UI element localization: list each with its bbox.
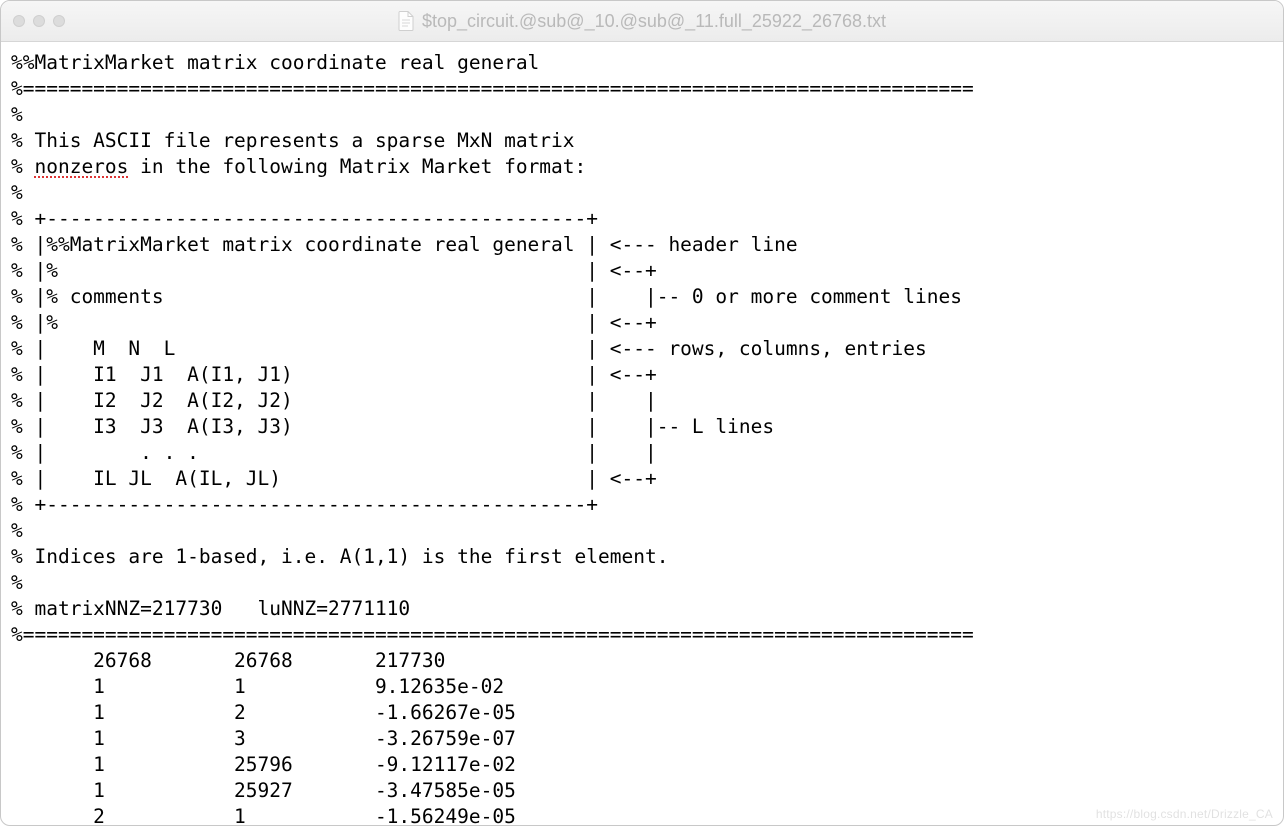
watermark: https://blog.csdn.net/Drizzle_CA: [1096, 807, 1273, 821]
text-line: % | I3 J3 A(I3, J3) | |-- L lines: [11, 415, 774, 438]
traffic-lights: [13, 15, 65, 27]
text-line: % |% comments | |-- 0 or more comment li…: [11, 285, 962, 308]
text-line: % |% | <--+: [11, 311, 657, 334]
text-line-prefix: %: [11, 155, 34, 178]
text-line: %=======================================…: [11, 77, 974, 100]
document-icon: [398, 11, 414, 31]
window-title: $top_circuit.@sub@_10.@sub@_11.full_2592…: [422, 11, 886, 32]
text-line: % | I2 J2 A(I2, J2) | |: [11, 389, 657, 412]
text-line: 1 2 -1.66267e-05: [11, 701, 516, 724]
text-line: % |% | <--+: [11, 259, 657, 282]
zoom-icon[interactable]: [53, 15, 65, 27]
text-line: % +-------------------------------------…: [11, 493, 598, 516]
window: $top_circuit.@sub@_10.@sub@_11.full_2592…: [0, 0, 1284, 826]
spelling-error: nonzeros: [34, 155, 128, 178]
text-line: % Indices are 1-based, i.e. A(1,1) is th…: [11, 545, 668, 568]
text-line: % matrixNNZ=217730 luNNZ=2771110: [11, 597, 410, 620]
minimize-icon[interactable]: [33, 15, 45, 27]
text-line: 1 1 9.12635e-02: [11, 675, 504, 698]
text-line: %=======================================…: [11, 623, 974, 646]
title-center: $top_circuit.@sub@_10.@sub@_11.full_2592…: [1, 11, 1283, 32]
text-line: 1 25927 -3.47585e-05: [11, 779, 516, 802]
text-line: %: [11, 103, 23, 126]
text-line: %%MatrixMarket matrix coordinate real ge…: [11, 51, 539, 74]
text-line: 26768 26768 217730: [11, 649, 445, 672]
text-line: % This ASCII file represents a sparse Mx…: [11, 129, 575, 152]
text-line-suffix: in the following Matrix Market format:: [128, 155, 586, 178]
text-line: 1 3 -3.26759e-07: [11, 727, 516, 750]
close-icon[interactable]: [13, 15, 25, 27]
text-line: %: [11, 519, 23, 542]
file-content[interactable]: %%MatrixMarket matrix coordinate real ge…: [1, 42, 1283, 826]
text-line: 2 1 -1.56249e-05: [11, 805, 516, 826]
text-line: % | M N L | <--- rows, columns, entries: [11, 337, 927, 360]
text-line: 1 25796 -9.12117e-02: [11, 753, 516, 776]
text-line: % | IL JL A(IL, JL) | <--+: [11, 467, 657, 490]
text-line: % | . . . | |: [11, 441, 657, 464]
text-line: % +-------------------------------------…: [11, 207, 598, 230]
text-line: % | I1 J1 A(I1, J1) | <--+: [11, 363, 657, 386]
text-line: %: [11, 571, 23, 594]
text-line: % |%%MatrixMarket matrix coordinate real…: [11, 233, 798, 256]
titlebar[interactable]: $top_circuit.@sub@_10.@sub@_11.full_2592…: [1, 1, 1283, 42]
text-line: %: [11, 181, 23, 204]
